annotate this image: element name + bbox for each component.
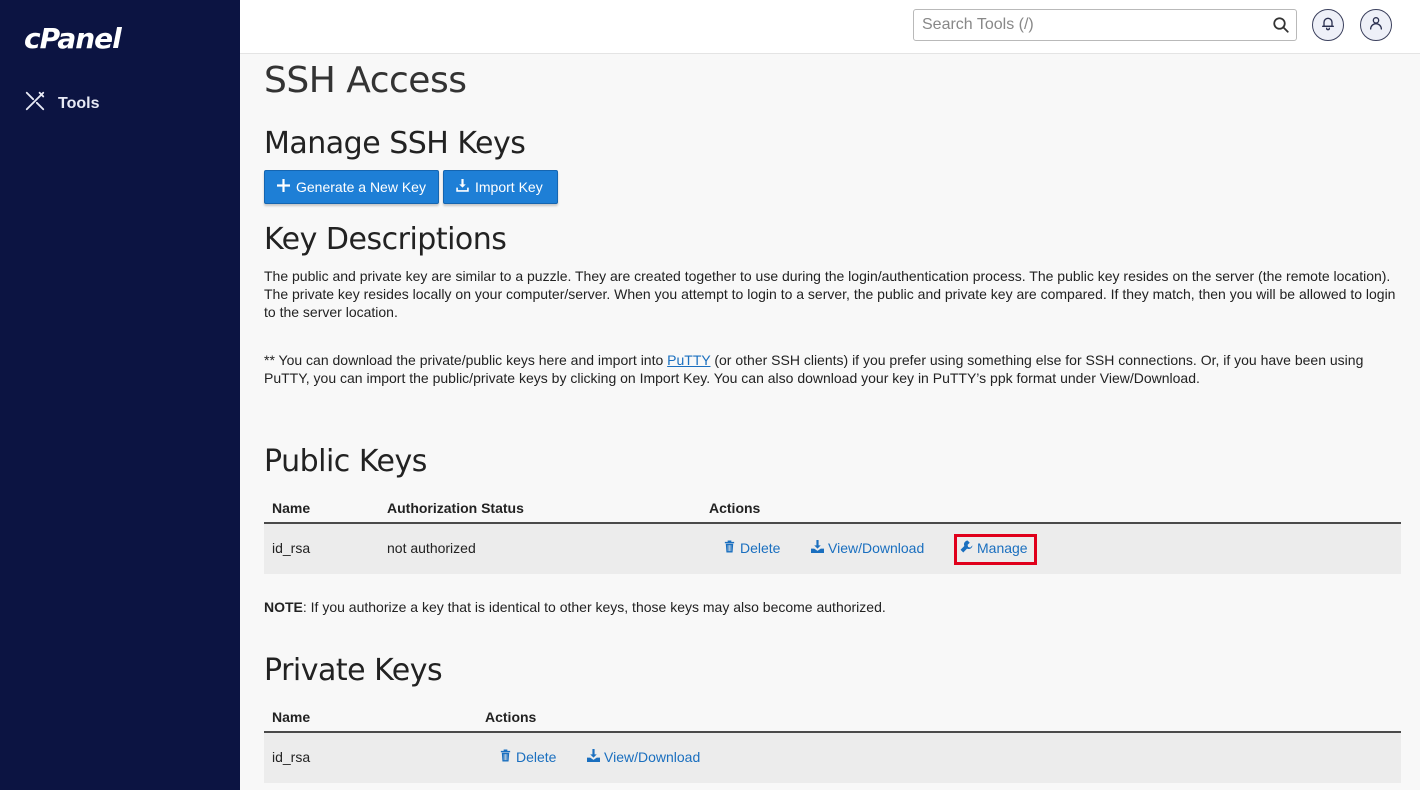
putty-link[interactable]: PuTTY bbox=[667, 352, 710, 368]
delete-label: Delete bbox=[516, 749, 557, 765]
manage-ssh-keys-heading: Manage SSH Keys bbox=[264, 126, 526, 161]
authorization-note: NOTE: If you authorize a key that is ide… bbox=[264, 599, 886, 615]
generate-key-label: Generate a New Key bbox=[296, 179, 426, 195]
table-header: Name Authorization Status Actions bbox=[264, 494, 1401, 524]
note-label: NOTE bbox=[264, 599, 303, 615]
view-download-link[interactable]: View/Download bbox=[587, 749, 700, 765]
bell-icon bbox=[1320, 15, 1336, 36]
authorization-status: not authorized bbox=[387, 540, 476, 556]
key-name: id_rsa bbox=[272, 749, 311, 765]
view-download-link[interactable]: View/Download bbox=[811, 540, 924, 556]
plus-icon bbox=[277, 179, 290, 195]
delete-link[interactable]: Delete bbox=[723, 540, 780, 556]
public-keys-heading: Public Keys bbox=[264, 444, 427, 479]
key-description-text: The public and private key are similar t… bbox=[264, 268, 1396, 320]
putty-note-before: ** You can download the private/public k… bbox=[264, 352, 668, 368]
note-text: : If you authorize a key that is identic… bbox=[302, 599, 886, 615]
tools-icon bbox=[24, 90, 46, 117]
table-row: id_rsa not authorized Delete View/Downlo… bbox=[264, 524, 1401, 574]
column-header-actions: Actions bbox=[485, 709, 537, 725]
user-icon bbox=[1368, 15, 1384, 36]
user-menu-button[interactable] bbox=[1360, 9, 1392, 41]
search-icon[interactable] bbox=[1272, 16, 1290, 34]
column-header-name: Name bbox=[272, 500, 311, 516]
cpanel-logo[interactable]: cPanel bbox=[24, 22, 122, 55]
trash-icon bbox=[499, 749, 512, 765]
search-input[interactable] bbox=[914, 10, 1254, 40]
trash-icon bbox=[723, 540, 736, 556]
topbar bbox=[240, 0, 1420, 54]
generate-key-button[interactable]: Generate a New Key bbox=[264, 170, 439, 204]
view-download-label: View/Download bbox=[604, 749, 701, 765]
key-descriptions-heading: Key Descriptions bbox=[264, 222, 507, 257]
delete-label: Delete bbox=[740, 540, 781, 556]
sidebar-item-tools[interactable]: Tools bbox=[24, 90, 99, 117]
table-row: id_rsa Delete View/Download bbox=[264, 733, 1401, 783]
putty-note: ** You can download the private/public k… bbox=[264, 351, 1401, 387]
page-title: SSH Access bbox=[264, 60, 467, 101]
notifications-button[interactable] bbox=[1312, 9, 1344, 41]
download-icon bbox=[811, 540, 824, 556]
column-header-actions: Actions bbox=[709, 500, 761, 516]
view-download-label: View/Download bbox=[828, 540, 925, 556]
column-header-name: Name bbox=[272, 709, 311, 725]
import-key-button[interactable]: Import Key bbox=[443, 170, 558, 204]
sidebar-item-label: Tools bbox=[58, 94, 100, 112]
import-icon bbox=[456, 179, 469, 195]
table-header: Name Actions bbox=[264, 703, 1401, 733]
import-key-label: Import Key bbox=[475, 179, 543, 195]
private-keys-heading: Private Keys bbox=[264, 653, 443, 688]
key-name: id_rsa bbox=[272, 540, 311, 556]
private-keys-table: Name Actions id_rsa Delete View/Download bbox=[264, 703, 1401, 783]
public-keys-table: Name Authorization Status Actions id_rsa… bbox=[264, 494, 1401, 574]
sidebar: cPanel Tools bbox=[0, 0, 240, 790]
column-header-authorization-status: Authorization Status bbox=[387, 500, 524, 516]
delete-link[interactable]: Delete bbox=[499, 749, 556, 765]
highlight-box bbox=[954, 534, 1037, 565]
search-box bbox=[913, 9, 1297, 41]
download-icon bbox=[587, 749, 600, 765]
